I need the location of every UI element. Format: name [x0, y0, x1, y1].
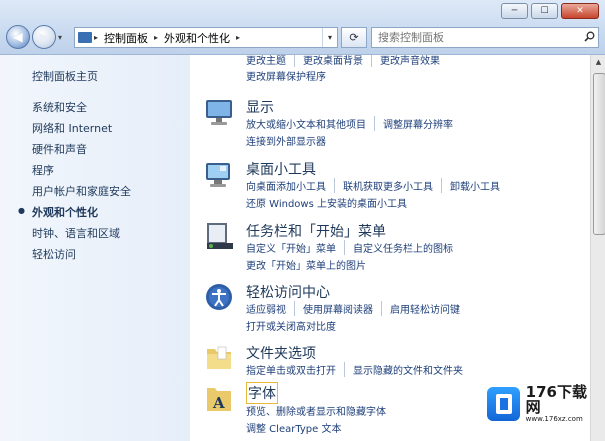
fonts-icon[interactable]: A [204, 384, 236, 414]
category-ease-of-access: 轻松访问中心 适应弱视 使用屏幕阅读器 启用轻松访问键 打开或关闭高对比度 [204, 282, 584, 333]
sidebar-item-network[interactable]: 网络和 Internet [32, 120, 112, 136]
category-links: 放大或缩小文本和其他项目 调整屏幕分辨率 [246, 116, 469, 131]
category-folder-options: 文件夹选项 指定单击或双击打开 显示隐藏的文件和文件夹 [204, 343, 584, 379]
category-title-folder-options[interactable]: 文件夹选项 [246, 343, 316, 363]
navigation-buttons: ◀ ▶ ▾ [6, 25, 66, 49]
category-title-fonts[interactable]: 字体 [246, 382, 278, 404]
breadcrumb-separator-icon[interactable]: ▸ [92, 33, 100, 42]
link-customize-taskbar-icons[interactable]: 自定义任务栏上的图标 [353, 240, 461, 255]
category-links: 向桌面添加小工具 联机获取更多小工具 卸载小工具 [246, 178, 516, 193]
link-adjust-cleartype[interactable]: 调整 ClearType 文本 [246, 420, 349, 435]
close-button[interactable]: ✕ [561, 3, 599, 19]
link-screen-resolution[interactable]: 调整屏幕分辨率 [383, 116, 461, 131]
link-uninstall-gadget[interactable]: 卸载小工具 [450, 178, 508, 193]
forward-arrow-icon: ▶ [39, 30, 49, 44]
link-screen-reader[interactable]: 使用屏幕阅读器 [303, 301, 382, 316]
title-bar: ─ ☐ ✕ ◀ ▶ ▾ ▸ 控制面板 ▸ 外观和个性化 ▸ ▾ ⟳ [0, 0, 605, 55]
forward-button[interactable]: ▶ [32, 25, 56, 49]
category-links: 打开或关闭高对比度 [246, 318, 352, 333]
link-restore-gadgets[interactable]: 还原 Windows 上安装的桌面小工具 [246, 195, 415, 210]
category-taskbar: 任务栏和「开始」菜单 自定义「开始」菜单 自定义任务栏上的图标 更改「开始」菜单… [204, 221, 584, 272]
watermark-url: www.176xz.com [525, 415, 583, 423]
taskbar-icon[interactable] [204, 221, 236, 251]
link-single-double-click[interactable]: 指定单击或双击打开 [246, 362, 345, 377]
sidebar-item-clock-language[interactable]: 时钟、语言和区域 [32, 225, 120, 241]
refresh-icon: ⟳ [349, 31, 359, 44]
category-links: 更改主题 更改桌面背景 更改声音效果 [246, 55, 456, 67]
sidebar-item-programs[interactable]: 程序 [32, 162, 54, 178]
sidebar-item-appearance: 外观和个性化 [32, 206, 98, 219]
link-zoom-text[interactable]: 放大或缩小文本和其他项目 [246, 116, 375, 131]
address-bar[interactable]: ▸ 控制面板 ▸ 外观和个性化 ▸ ▾ [74, 27, 338, 48]
svg-text:A: A [212, 394, 225, 412]
breadcrumb-separator-icon[interactable]: ▸ [152, 33, 160, 42]
back-button[interactable]: ◀ [6, 25, 30, 49]
category-title-gadgets[interactable]: 桌面小工具 [246, 159, 316, 179]
link-show-hidden-files[interactable]: 显示隐藏的文件和文件夹 [353, 362, 471, 377]
control-panel-icon [78, 32, 92, 43]
category-display: 显示 放大或缩小文本和其他项目 调整屏幕分辨率 连接到外部显示器 [204, 97, 584, 148]
category-links: 自定义「开始」菜单 自定义任务栏上的图标 [246, 240, 469, 255]
category-links: 连接到外部显示器 [246, 133, 342, 148]
window-controls: ─ ☐ ✕ [501, 3, 599, 19]
search-icon[interactable] [580, 31, 598, 45]
link-get-more-gadgets[interactable]: 联机获取更多小工具 [343, 178, 442, 193]
category-personalization: 更改主题 更改桌面背景 更改声音效果 更改屏幕保护程序 [204, 55, 584, 88]
category-title-display[interactable]: 显示 [246, 97, 274, 117]
category-links: 更改「开始」菜单上的图片 [246, 257, 382, 272]
back-arrow-icon: ◀ [13, 30, 23, 44]
link-change-sound-effects[interactable]: 更改声音效果 [380, 55, 448, 67]
sidebar-item-hardware-sound[interactable]: 硬件和声音 [32, 141, 87, 157]
search-box[interactable] [371, 27, 599, 48]
maximize-button[interactable]: ☐ [531, 3, 558, 19]
link-enable-access-keys[interactable]: 启用轻松访问键 [390, 301, 468, 316]
link-change-start-picture[interactable]: 更改「开始」菜单上的图片 [246, 257, 374, 272]
category-links: 调整 ClearType 文本 [246, 420, 357, 435]
category-links: 指定单击或双击打开 显示隐藏的文件和文件夹 [246, 362, 479, 377]
refresh-button[interactable]: ⟳ [341, 27, 367, 48]
sidebar-item-control-panel-home[interactable]: 控制面板主页 [32, 68, 98, 84]
minimize-button[interactable]: ─ [501, 3, 528, 19]
link-external-display[interactable]: 连接到外部显示器 [246, 133, 334, 148]
display-icon[interactable] [204, 97, 236, 127]
scrollbar-thumb[interactable] [593, 73, 605, 235]
ease-of-access-icon[interactable] [204, 282, 236, 312]
scroll-up-arrow-icon[interactable]: ▲ [591, 55, 605, 70]
sidebar-item-system-security[interactable]: 系统和安全 [32, 99, 87, 115]
search-input[interactable] [372, 30, 580, 45]
breadcrumb-appearance[interactable]: 外观和个性化 [160, 30, 234, 46]
folder-options-icon[interactable] [204, 343, 236, 373]
sidebar: 控制面板主页 系统和安全 网络和 Internet 硬件和声音 程序 用户帐户和… [0, 55, 190, 441]
link-change-desktop-background[interactable]: 更改桌面背景 [303, 55, 372, 67]
breadcrumb-separator-icon[interactable]: ▸ [234, 33, 242, 42]
category-title-ease-of-access[interactable]: 轻松访问中心 [246, 282, 330, 302]
recent-pages-dropdown[interactable]: ▾ [58, 33, 66, 42]
link-change-theme[interactable]: 更改主题 [246, 55, 295, 67]
link-preview-delete-fonts[interactable]: 预览、删除或者显示和隐藏字体 [246, 403, 394, 418]
watermark: 176下载网 www.176xz.com [487, 381, 599, 427]
link-add-gadgets[interactable]: 向桌面添加小工具 [246, 178, 335, 193]
category-links: 预览、删除或者显示和隐藏字体 [246, 403, 402, 418]
link-change-screensaver[interactable]: 更改屏幕保护程序 [246, 68, 334, 83]
link-low-vision[interactable]: 适应弱视 [246, 301, 295, 316]
brand-logo-icon [487, 387, 520, 421]
category-links: 适应弱视 使用屏幕阅读器 启用轻松访问键 [246, 301, 476, 316]
current-item-bullet-icon: ● [18, 206, 25, 215]
category-links: 更改屏幕保护程序 [246, 68, 342, 83]
watermark-brand: 176下载网 [525, 383, 587, 416]
sidebar-item-user-accounts[interactable]: 用户帐户和家庭安全 [32, 183, 131, 199]
category-links: 还原 Windows 上安装的桌面小工具 [246, 195, 423, 210]
breadcrumb-control-panel[interactable]: 控制面板 [100, 30, 152, 46]
category-title-taskbar[interactable]: 任务栏和「开始」菜单 [246, 221, 386, 241]
address-dropdown[interactable]: ▾ [322, 28, 337, 47]
link-high-contrast[interactable]: 打开或关闭高对比度 [246, 318, 344, 333]
gadgets-icon[interactable] [204, 159, 236, 189]
link-customize-start-menu[interactable]: 自定义「开始」菜单 [246, 240, 345, 255]
sidebar-item-ease-of-access[interactable]: 轻松访问 [32, 246, 76, 262]
category-gadgets: 桌面小工具 向桌面添加小工具 联机获取更多小工具 卸载小工具 还原 Window… [204, 159, 584, 210]
